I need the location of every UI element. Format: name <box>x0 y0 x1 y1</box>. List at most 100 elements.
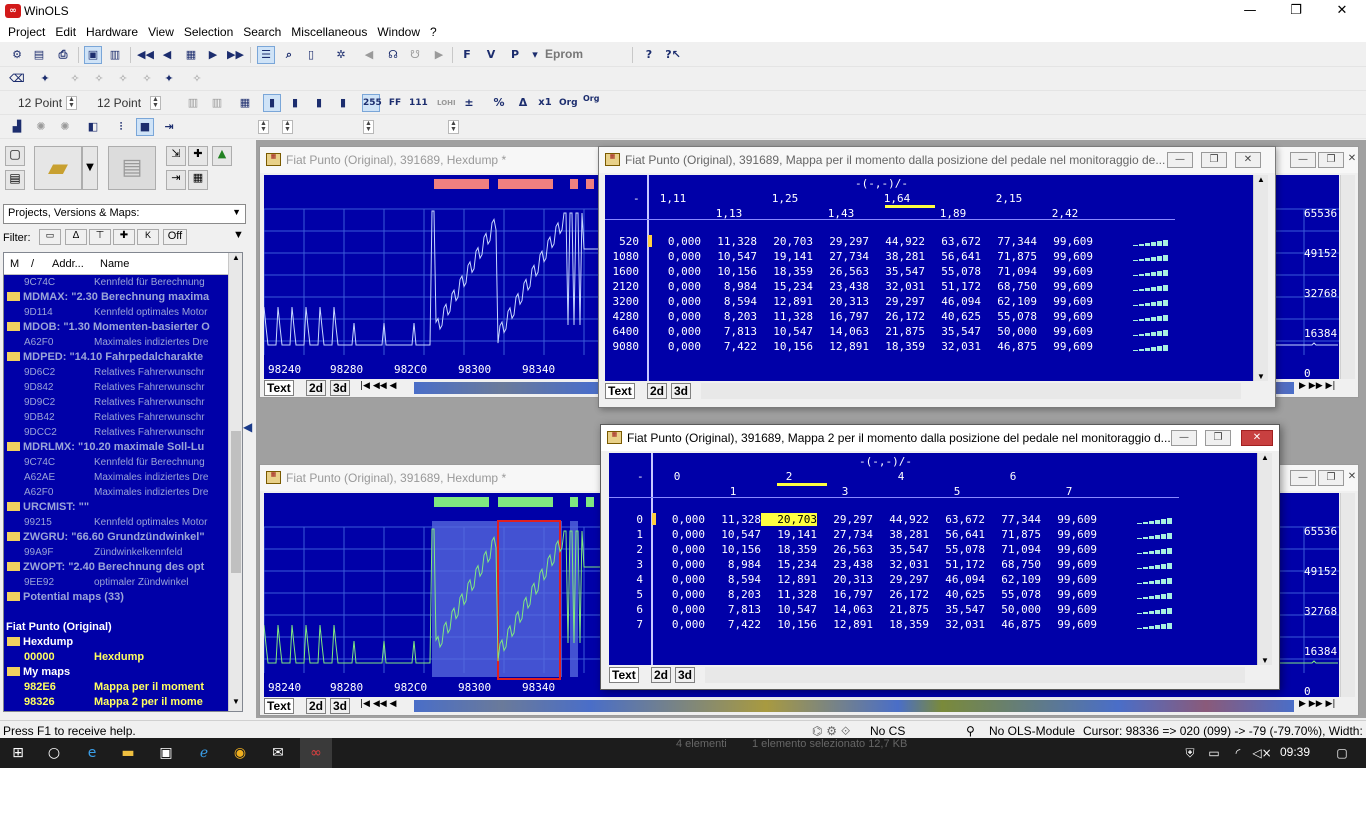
hex-top-vscroll[interactable] <box>1340 175 1355 379</box>
width-fl-icon[interactable]: ▮ <box>334 94 352 112</box>
hex-top-minimize[interactable]: — <box>1290 152 1316 168</box>
filter-dropdown-icon[interactable]: ▼ <box>233 229 244 241</box>
tree-map-item[interactable]: 9EE92 optimaler Zündwinkel <box>4 575 228 590</box>
original-compare-button[interactable]: Org <box>582 94 600 112</box>
open-dropdown-icon[interactable]: ▼ <box>82 146 98 190</box>
pin-icon[interactable]: ⫶ <box>112 118 130 136</box>
tree-folder[interactable]: Potential maps (33) <box>4 590 228 605</box>
edge-icon[interactable]: e <box>82 744 102 762</box>
tree-map-item[interactable]: 9C74C Kennfeld für Berechnung <box>4 455 228 470</box>
filter-e-icon[interactable]: K <box>137 229 159 245</box>
close-button[interactable]: ✕ <box>1319 0 1365 22</box>
view-spinner-d[interactable]: ▲ ▼ <box>448 120 459 134</box>
delta-button[interactable]: Δ <box>514 94 532 112</box>
sign-icon[interactable]: ± <box>460 94 478 112</box>
tab-3d[interactable]: 3d <box>675 667 696 683</box>
tree-folder[interactable]: MDMAX: "2.30 Berechnung maxima <box>4 290 228 305</box>
filter-c-icon[interactable]: ⊤ <box>89 229 111 245</box>
view-spinner-c[interactable]: ▲ ▼ <box>363 120 374 134</box>
tree-map-item[interactable]: A62F0 Maximales indiziertes Dre <box>4 485 228 500</box>
nav-first-icon[interactable]: |◀ ◀◀ ◀ <box>360 699 396 709</box>
width-16-icon[interactable]: ▮ <box>286 94 304 112</box>
tool-c-icon[interactable]: ✧ <box>114 70 132 88</box>
tree-map-item[interactable]: 00000 Hexdump <box>4 650 228 665</box>
tree-scroll-thumb[interactable] <box>231 431 241 573</box>
nav-last-icon[interactable]: ▶ ▶▶ ▶| <box>1299 381 1335 391</box>
context-help-icon[interactable]: ?↖ <box>664 46 682 64</box>
search-map-icon[interactable]: ⌕ <box>280 46 298 64</box>
scroll-down-icon[interactable]: ▼ <box>1254 372 1268 381</box>
map2-hscroll[interactable] <box>705 667 1245 683</box>
view-spinner-b[interactable]: ▲ ▼ <box>282 120 293 134</box>
menu-view[interactable]: View <box>143 22 179 42</box>
tab-2d[interactable]: 2d <box>306 698 327 714</box>
hex-bottom-vscroll[interactable] <box>1340 493 1355 697</box>
font-size-2-spinner[interactable]: ▲ ▼ <box>150 96 161 110</box>
hex-top-restore[interactable]: ❐ <box>1318 152 1344 168</box>
tab-3d[interactable]: 3d <box>330 380 351 396</box>
view-spinner-a[interactable]: ▲ ▼ <box>258 120 269 134</box>
chart-icon[interactable]: ▟ <box>8 118 26 136</box>
chrome-icon[interactable]: ◉ <box>230 744 250 762</box>
panel-collapse-icon[interactable]: ◀ <box>243 420 253 438</box>
nav-first-icon[interactable]: |◀ ◀◀ ◀ <box>360 381 396 391</box>
format-hex-button[interactable]: FF <box>386 94 404 112</box>
last-icon[interactable]: ▶▶ <box>226 46 244 64</box>
tree-map-item[interactable]: 9D6C2 Relatives Fahrerwunschr <box>4 365 228 380</box>
tab-2d[interactable]: 2d <box>651 667 672 683</box>
new-project-icon[interactable]: ▢ <box>5 146 25 166</box>
map2-close[interactable]: ✕ <box>1241 430 1273 446</box>
font-size-2[interactable]: 12 Point <box>97 96 141 110</box>
menu-project[interactable]: Project <box>3 22 50 42</box>
network-shield-icon[interactable]: ⛨ <box>1180 744 1200 762</box>
tree-map-item[interactable]: A62AE Maximales indiziertes Dre <box>4 470 228 485</box>
notifications-icon[interactable]: ▢ <box>1332 744 1352 762</box>
list-icon[interactable]: ☰ <box>257 46 275 64</box>
connect-icon[interactable]: ☊ <box>384 46 402 64</box>
tree-map-item[interactable]: A62F0 Maximales indiziertes Dre <box>4 335 228 350</box>
previous-icon[interactable]: ◀ <box>158 46 176 64</box>
tree-folder[interactable]: URCMIST: "" <box>4 500 228 515</box>
tools-icon[interactable]: ✲ <box>332 46 350 64</box>
tab-3d[interactable]: 3d <box>671 383 692 399</box>
columns-b-icon[interactable]: ▥ <box>208 94 226 112</box>
format-binary-button[interactable]: 111 <box>408 94 428 112</box>
tree-map-item[interactable]: 9D842 Relatives Fahrerwunschr <box>4 380 228 395</box>
menu-miscellaneous[interactable]: Miscellaneous <box>286 22 372 42</box>
clock[interactable]: 09:39 <box>1280 745 1310 759</box>
tool-b-icon[interactable]: ✧ <box>90 70 108 88</box>
tree-map-item[interactable]: 982E6 Mappa per il moment <box>4 680 228 695</box>
hex-bottom-minimize[interactable]: — <box>1290 470 1316 486</box>
tree-folder[interactable]: MDOB: "1.30 Momenten-basierter O <box>4 320 228 335</box>
table-icon[interactable]: ▦ <box>236 94 254 112</box>
tool-a-icon[interactable]: ✧ <box>66 70 84 88</box>
hex-bottom-restore[interactable]: ❐ <box>1318 470 1344 486</box>
eprom-label[interactable]: Eprom <box>545 47 583 61</box>
import-icon[interactable]: ⇲ <box>166 146 186 166</box>
tree-folder[interactable]: ZWGRU: "66.60 Grundzündwinkel" <box>4 530 228 545</box>
nav-last-icon[interactable]: ▶ ▶▶ ▶| <box>1299 699 1335 709</box>
hex-bottom-overview-strip[interactable] <box>414 700 1294 712</box>
tree-folder[interactable]: Hexdump <box>4 635 228 650</box>
font-size-1-spinner[interactable]: ▲ ▼ <box>66 96 77 110</box>
gear-a-icon[interactable]: ✺ <box>32 118 50 136</box>
report-icon[interactable]: ▦ <box>188 170 208 190</box>
map1-hscroll[interactable] <box>701 383 1241 399</box>
back-icon[interactable]: ◀ <box>360 46 378 64</box>
disconnect-icon[interactable]: ☋ <box>406 46 424 64</box>
filter-off-button[interactable]: Off <box>163 229 187 245</box>
col-sort[interactable]: / <box>31 258 34 270</box>
map1-restore[interactable]: ❐ <box>1201 152 1227 168</box>
filter-a-icon[interactable]: ▭ <box>39 229 61 245</box>
window-icon[interactable]: ▣ <box>84 46 102 64</box>
tool-f-icon[interactable]: ✧ <box>188 70 206 88</box>
projects-combo[interactable]: Projects, Versions & Maps: ▼ <box>3 204 246 224</box>
scroll-up-icon[interactable]: ▲ <box>1254 175 1268 184</box>
font-size-1[interactable]: 12 Point <box>18 96 62 110</box>
store-icon[interactable]: ▣ <box>156 744 176 762</box>
scroll-down-icon[interactable]: ▼ <box>229 697 242 711</box>
format-255-button[interactable]: 255 <box>362 94 382 112</box>
menu-search[interactable]: Search <box>238 22 286 42</box>
filter-d-icon[interactable]: ✚ <box>113 229 135 245</box>
map2-restore[interactable]: ❐ <box>1205 430 1231 446</box>
